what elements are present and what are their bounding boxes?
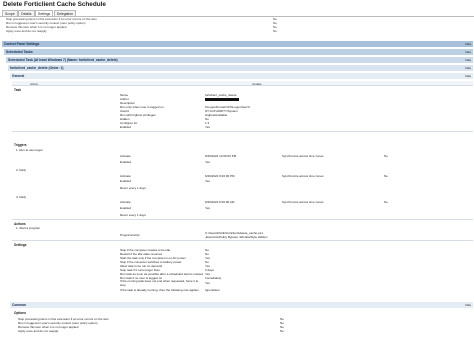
trigger-sync-value: No — [384, 200, 388, 204]
trigger-title: 3. Daily — [16, 195, 27, 199]
trigger-title: 2. Daily — [16, 168, 27, 172]
trigger-activate-value: 6/29/2022 9:00:00 PM — [205, 174, 235, 178]
trigger-sync-label: Synchronize across time zones — [282, 154, 324, 158]
section-scheduled-task[interactable]: Scheduled Task (At least Windows 7) (Nam… — [6, 57, 473, 63]
trigger-sync-value: No — [384, 174, 388, 178]
section-scheduled-tasks[interactable]: Scheduled Tasks hide — [4, 49, 473, 55]
trigger-sync-label: Synchronize across time zones — [282, 174, 324, 178]
action-value: Update — [252, 82, 262, 86]
trigger-enabled-value: Yes — [205, 206, 210, 210]
previous-common-options: Stop processing items in this extension … — [3, 17, 473, 33]
trigger-enabled-label: Enabled — [120, 179, 132, 183]
task-row-label: Enabled — [120, 125, 132, 129]
trigger-activate-label: Activate — [120, 154, 131, 158]
common-option-label: Apply once and do not reapply — [18, 329, 59, 333]
section-title: Scheduled Tasks — [6, 50, 33, 54]
section-general[interactable]: General hide — [10, 73, 473, 79]
section-title: Control Panel Settings — [4, 42, 40, 46]
trigger-enabled-value: Yes — [205, 160, 210, 164]
section-title: General — [12, 74, 25, 78]
section-control-panel-settings[interactable]: Control Panel Settings hide — [2, 41, 473, 47]
trigger-activate-label: Activate — [120, 174, 131, 178]
trigger-title: 1. Run at user logon — [16, 148, 44, 152]
hide-link[interactable]: hide — [465, 303, 471, 307]
program-label: Program/script — [120, 233, 140, 237]
setting-value: Yes — [205, 281, 210, 285]
action-label: Action — [30, 82, 39, 86]
hide-link[interactable]: hide — [465, 50, 471, 54]
option-row: Apply once and do not reapply No — [3, 29, 473, 33]
hide-link[interactable]: hide — [465, 74, 471, 78]
task-row-value: Yes — [205, 125, 210, 129]
hide-link[interactable]: hide — [465, 58, 471, 62]
task-row-value: forticlient_cache_delete — [205, 93, 237, 97]
trigger-enabled-value: Yes — [205, 179, 210, 183]
setting-value: Immediately — [205, 276, 222, 280]
section-title: forticlient_cache_delete (Order: 1) — [10, 66, 64, 70]
action-header-row: Action Update — [12, 81, 473, 86]
section-common[interactable]: Common hide — [10, 302, 473, 308]
option-value: No — [273, 29, 277, 33]
trigger-sync-value: No — [384, 154, 388, 158]
triggers-heading: Triggers — [14, 143, 27, 147]
window-titlebar: Delete Forticlient Cache Schedule — [0, 0, 474, 10]
section-task-order[interactable]: forticlient_cache_delete (Order: 1) hide — [8, 65, 473, 71]
task-heading: Task — [14, 88, 22, 92]
section-title: Common — [12, 303, 27, 307]
setting-label: If the running task does not end when re… — [120, 279, 199, 287]
trigger-activate-label: Activate — [120, 200, 131, 204]
trigger-activate-value: 6/29/2022 12:00:00 PM — [205, 154, 237, 158]
trigger-sync-label: Synchronize across time zones — [282, 200, 324, 204]
setting-value: IgnoreNew — [205, 288, 220, 292]
redacted-author — [205, 97, 239, 101]
common-option-value: No — [280, 329, 284, 333]
trigger-recur-label: Recur every 1 days — [120, 186, 146, 190]
hide-link[interactable]: hide — [465, 42, 471, 46]
action-item-title: 1. Start a program — [16, 226, 41, 230]
trigger-recur-label: Recur every 1 days — [120, 213, 146, 217]
option-label: Apply once and do not reapply — [6, 29, 47, 33]
trigger-activate-value: 6/29/2022 6:00:00 AM — [205, 200, 235, 204]
settings-heading: Settings — [14, 243, 27, 247]
setting-label: If the task is already running, then the… — [120, 288, 199, 292]
trigger-enabled-label: Enabled — [120, 206, 132, 210]
window-title: Delete Forticlient Cache Schedule — [3, 1, 106, 8]
program-arguments: -ExecutionPolicy Bypass -WindowStyle Hid… — [205, 235, 268, 239]
trigger-enabled-label: Enabled — [120, 160, 132, 164]
section-title: Scheduled Task (At least Windows 7) (Nam… — [8, 58, 118, 62]
options-heading: Options — [14, 311, 27, 315]
hide-link[interactable]: hide — [465, 66, 471, 70]
